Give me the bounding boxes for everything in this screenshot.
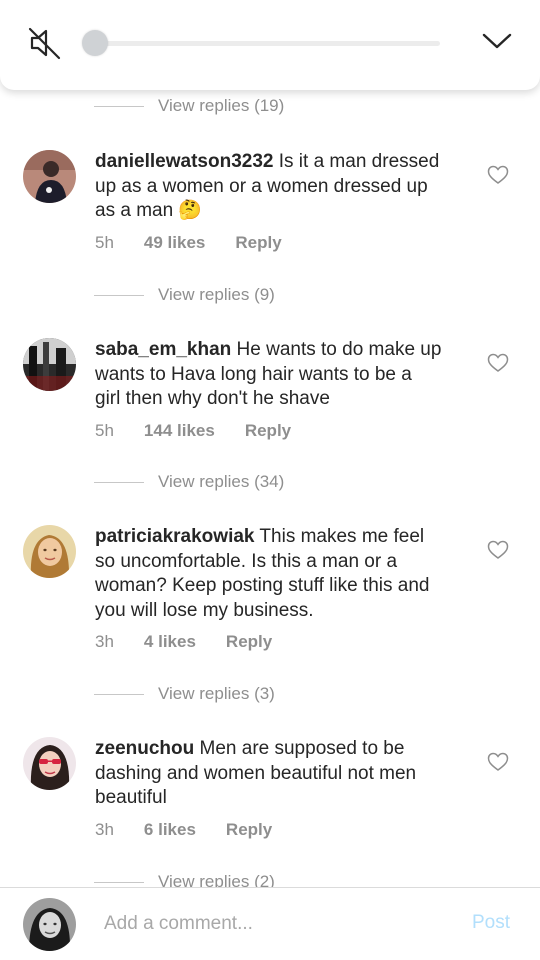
comment-likes[interactable]: 4 likes	[144, 632, 196, 652]
comment-time: 5h	[95, 421, 114, 440]
comment-meta: 5h 144 likes Reply	[95, 420, 291, 442]
view-replies-button[interactable]: View replies (3)	[94, 682, 275, 706]
comment-username[interactable]: zeenuchou	[95, 738, 194, 759]
scrubber-handle[interactable]	[82, 30, 108, 56]
replies-divider	[94, 105, 144, 107]
avatar[interactable]	[23, 338, 76, 391]
avatar	[23, 898, 76, 951]
chevron-down-icon	[482, 33, 512, 49]
replies-divider	[94, 693, 144, 695]
view-replies-label: View replies (9)	[158, 285, 275, 304]
comment-likes[interactable]: 49 likes	[144, 233, 205, 253]
comment-username[interactable]: daniellewatson3232	[95, 151, 273, 172]
avatar[interactable]	[23, 525, 76, 578]
reply-button[interactable]: Reply	[245, 421, 291, 441]
comment-input[interactable]	[104, 908, 444, 940]
comments-list[interactable]: View replies (19) daniellewatson3232 Is …	[0, 0, 540, 887]
view-replies-button[interactable]: View replies (19)	[94, 94, 284, 118]
comment-meta: 3h 6 likes Reply	[95, 819, 272, 841]
playback-scrubber[interactable]	[95, 41, 440, 46]
comment-likes[interactable]: 6 likes	[144, 820, 196, 840]
post-button[interactable]: Post	[472, 912, 510, 934]
comment-meta: 5h 49 likes Reply	[95, 232, 282, 254]
comments-screen: View replies (19) daniellewatson3232 Is …	[0, 0, 540, 960]
comment-body: saba_em_khan He wants to do make up want…	[95, 338, 475, 412]
comment-composer: Post	[0, 887, 540, 960]
view-replies-label: View replies (2)	[158, 872, 275, 887]
speaker-muted-icon	[28, 27, 61, 60]
comment-meta: 3h 4 likes Reply	[95, 631, 272, 653]
view-replies-label: View replies (34)	[158, 472, 285, 491]
media-control-bar	[0, 0, 540, 90]
reply-button[interactable]: Reply	[235, 233, 281, 253]
view-replies-button[interactable]: View replies (2)	[94, 870, 275, 887]
comment-body: daniellewatson3232 Is it a man dressed u…	[95, 150, 475, 224]
comment-username[interactable]: saba_em_khan	[95, 339, 231, 360]
replies-divider	[94, 481, 144, 483]
comment-body: patriciakrakowiak This makes me feel so …	[95, 525, 475, 623]
heart-icon[interactable]	[487, 165, 509, 185]
comment-username[interactable]: patriciakrakowiak	[95, 526, 254, 547]
replies-divider	[94, 881, 144, 883]
view-replies-button[interactable]: View replies (9)	[94, 283, 275, 307]
comment-time: 3h	[95, 632, 114, 651]
heart-icon[interactable]	[487, 752, 509, 772]
avatar[interactable]	[23, 150, 76, 203]
view-replies-label: View replies (19)	[158, 96, 285, 115]
comment-likes[interactable]: 144 likes	[144, 421, 215, 441]
mute-button[interactable]	[27, 25, 63, 61]
reply-button[interactable]: Reply	[226, 820, 272, 840]
comment-body: zeenuchou Men are supposed to be dashing…	[95, 737, 475, 811]
comment-time: 5h	[95, 233, 114, 252]
heart-icon[interactable]	[487, 353, 509, 373]
view-replies-button[interactable]: View replies (34)	[94, 470, 284, 494]
reply-button[interactable]: Reply	[226, 632, 272, 652]
heart-icon[interactable]	[487, 540, 509, 560]
avatar[interactable]	[23, 737, 76, 790]
comment-time: 3h	[95, 820, 114, 839]
collapse-button[interactable]	[481, 29, 513, 53]
view-replies-label: View replies (3)	[158, 684, 275, 703]
replies-divider	[94, 294, 144, 296]
